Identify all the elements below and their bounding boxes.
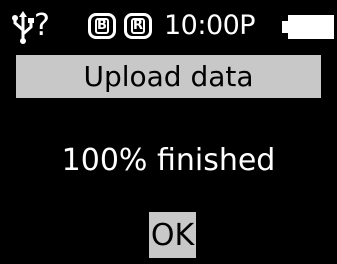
- screen-title-bar: Upload data: [16, 55, 321, 98]
- screen-title: Upload data: [83, 60, 254, 93]
- r-badge-icon: R: [124, 13, 152, 39]
- b-badge-icon: B: [88, 13, 116, 39]
- upload-progress-message: 100% finished: [61, 143, 276, 178]
- clock-time: 10:00P: [164, 10, 256, 41]
- battery-body: [288, 15, 334, 39]
- r-badge-label: R: [131, 18, 145, 34]
- ok-button[interactable]: OK: [149, 212, 196, 258]
- b-badge-label: B: [95, 18, 109, 34]
- device-screen: ? B R 10:00P Upload data 100% finished O…: [0, 0, 337, 264]
- status-bar: ? B R 10:00P: [0, 8, 337, 44]
- battery-full-icon: [282, 15, 334, 39]
- usb-status-indicator: ?: [34, 8, 50, 43]
- usb-icon: [12, 11, 34, 44]
